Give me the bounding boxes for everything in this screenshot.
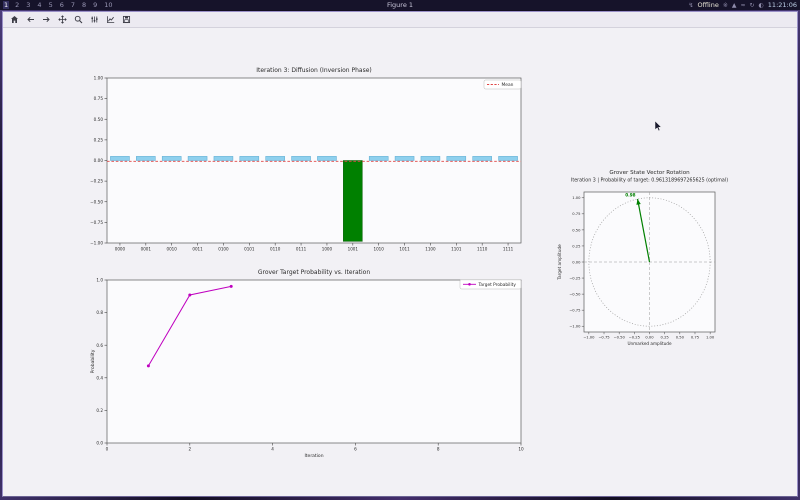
figure-canvas[interactable]	[3, 29, 797, 496]
subplots-button[interactable]	[89, 14, 100, 25]
arrow-right-icon	[42, 15, 51, 24]
zoom-button[interactable]	[73, 14, 84, 25]
home-icon	[10, 15, 19, 24]
workspace-button-9[interactable]: 9	[92, 1, 98, 9]
clock: 11:21:06	[768, 1, 797, 9]
forward-button[interactable]	[41, 14, 52, 25]
home-button[interactable]	[9, 14, 20, 25]
wifi-icon: ≈	[740, 2, 745, 9]
floppy-icon	[122, 15, 131, 24]
status-icons: ※ ▲≈ ↻ ◐	[723, 2, 764, 9]
network-icon: ↯	[688, 2, 693, 9]
sync-icon: ↻	[750, 2, 755, 9]
workspace-button-6[interactable]: 6	[59, 1, 65, 9]
workspace-button-3[interactable]: 3	[25, 1, 31, 9]
save-button[interactable]	[121, 14, 132, 25]
brightness-icon: ◐	[759, 2, 764, 9]
sliders-icon	[90, 15, 99, 24]
workspace-button-2[interactable]: 2	[14, 1, 20, 9]
taskbar: 123456789 10 Figure 1 ↯ Offline ※ ▲≈ ↻ ◐ 11:…	[0, 0, 800, 10]
arrow-left-icon	[26, 15, 35, 24]
magnifier-icon	[74, 15, 83, 24]
pan-button[interactable]	[57, 14, 68, 25]
matplotlib-toolbar	[3, 12, 797, 28]
workspace-switcher[interactable]: 123456789 10	[3, 1, 114, 9]
back-button[interactable]	[25, 14, 36, 25]
indicator-icon: ※	[723, 2, 728, 9]
chart-icon	[106, 15, 115, 24]
workspace-button-10[interactable]: 10	[103, 1, 113, 9]
move-icon	[58, 15, 67, 24]
workspace-button-8[interactable]: 8	[81, 1, 87, 9]
volume-icon: ▲	[732, 2, 737, 9]
workspace-button-4[interactable]: 4	[36, 1, 42, 9]
workspace-button-1[interactable]: 1	[3, 1, 9, 9]
workspace-button-5[interactable]: 5	[48, 1, 54, 9]
window-title: Figure 1	[0, 1, 800, 9]
workspace-button-7[interactable]: 7	[70, 1, 76, 9]
customize-button[interactable]	[105, 14, 116, 25]
offline-indicator: Offline	[698, 1, 719, 9]
figure-window	[2, 11, 798, 497]
